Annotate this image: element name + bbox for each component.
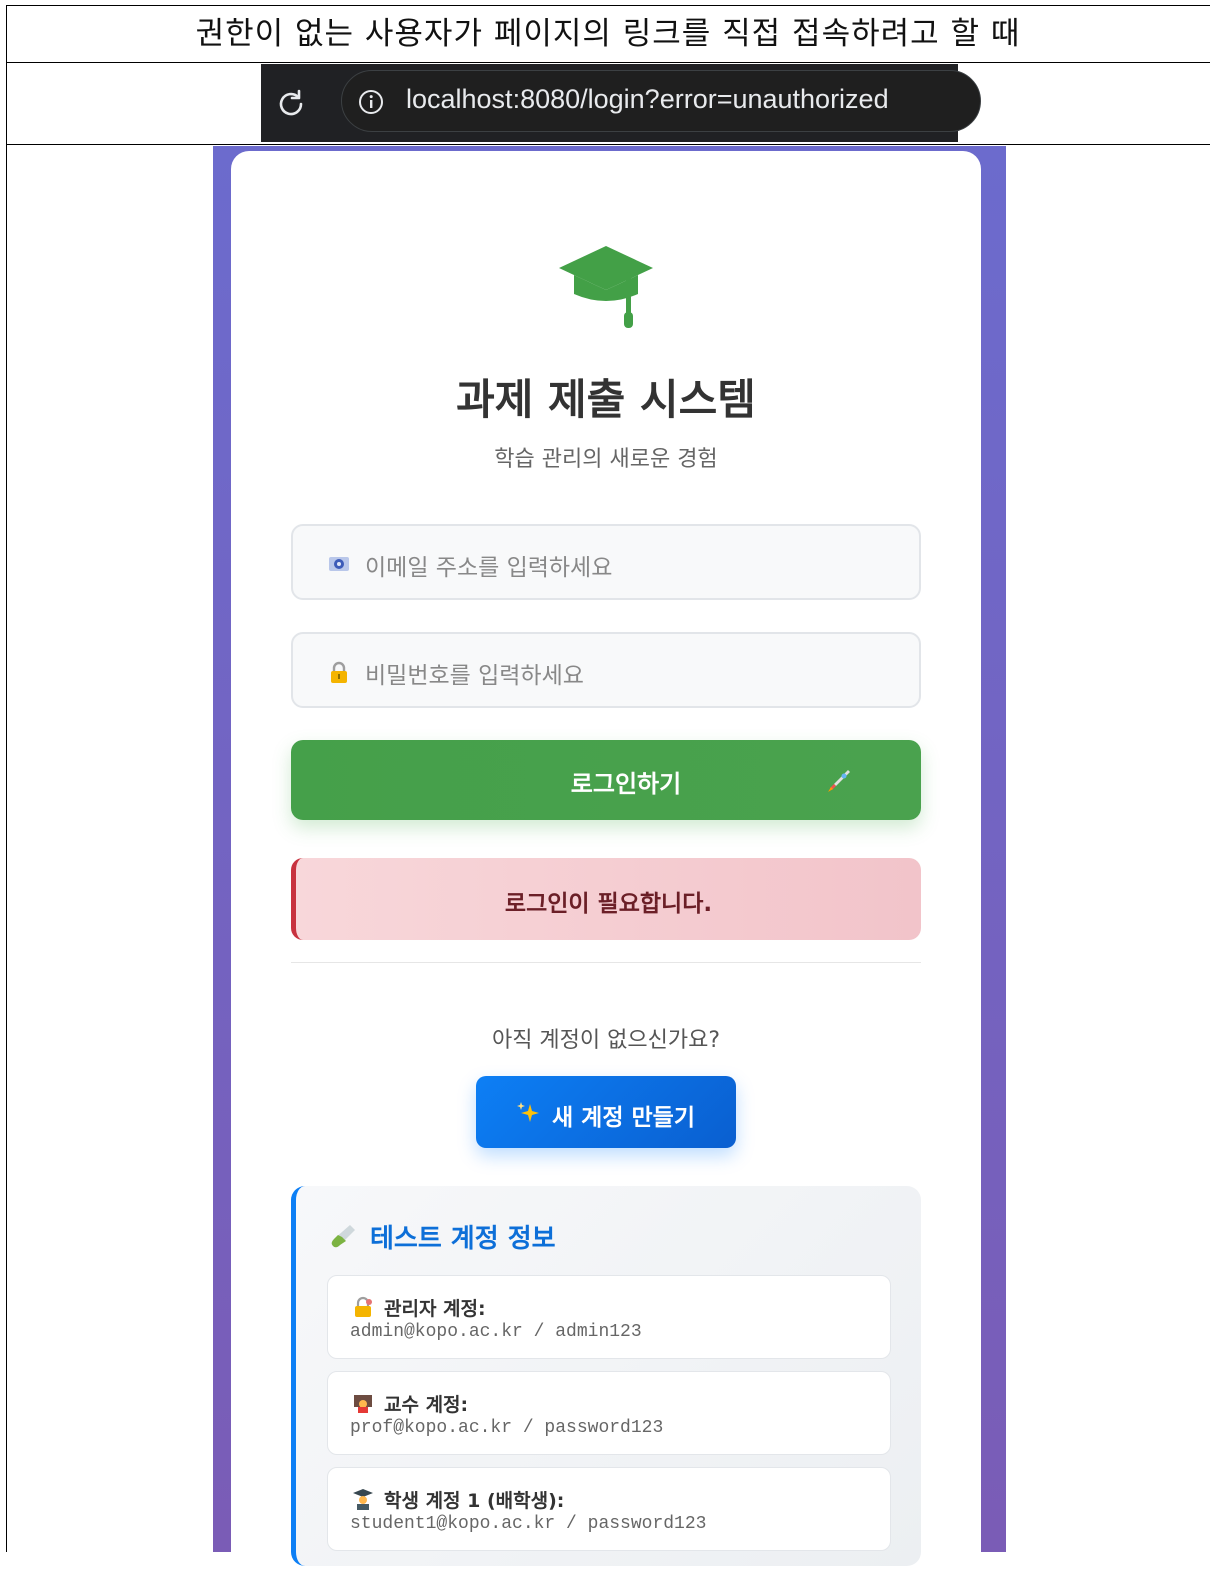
student-icon (353, 1489, 373, 1510)
app-subtitle: 학습 관리의 새로운 경험 (494, 447, 718, 472)
lock-icon (331, 661, 347, 683)
error-message: 로그인이 필요합니다. (504, 891, 713, 917)
signup-button-label: 새 계정 만들기 (552, 1105, 695, 1131)
admin-lock-icon (355, 1296, 372, 1317)
login-button-label: 로그인하기 (570, 770, 682, 798)
account-credentials: prof@kopo.ac.kr / password123 (350, 1418, 664, 1438)
app-title: 과제 제출 시스템 (456, 375, 756, 424)
password-input[interactable]: 비밀번호를 입력하세요 (291, 632, 921, 708)
email-placeholder: 이메일 주소를 입력하세요 (365, 555, 613, 581)
signup-button[interactable]: 새 계정 만들기 (476, 1076, 736, 1148)
url-text[interactable]: localhost:8080/login?error=unauthorized (406, 84, 889, 115)
table-divider (6, 144, 1210, 145)
test-account-admin: 관리자 계정: admin@kopo.ac.kr / admin123 (327, 1275, 891, 1359)
teacher-icon (354, 1395, 372, 1413)
login-button[interactable]: 로그인하기 (291, 740, 921, 820)
error-alert: 로그인이 필요합니다. (291, 858, 921, 940)
account-label: 교수 계정: (384, 1394, 469, 1416)
account-label: 학생 계정 1 (배학생): (384, 1490, 565, 1512)
email-input[interactable]: 이메일 주소를 입력하세요 (291, 524, 921, 600)
account-credentials: admin@kopo.ac.kr / admin123 (350, 1322, 642, 1342)
document-caption: 권한이 없는 사용자가 페이지의 링크를 직접 접속하려고 할 때 (195, 16, 1021, 52)
test-tube-icon (331, 1225, 355, 1248)
reload-icon[interactable] (273, 86, 309, 122)
divider (291, 962, 921, 963)
sparkles-icon (517, 1102, 539, 1122)
graduation-cap-icon (559, 246, 653, 328)
info-icon[interactable] (358, 89, 384, 115)
test-account-professor: 교수 계정: prof@kopo.ac.kr / password123 (327, 1371, 891, 1455)
test-account-student: 학생 계정 1 (배학생): student1@kopo.ac.kr / pas… (327, 1467, 891, 1551)
account-label: 관리자 계정: (384, 1298, 486, 1320)
test-accounts-title: 테스트 계정 정보 (370, 1224, 556, 1254)
account-credentials: student1@kopo.ac.kr / password123 (350, 1514, 707, 1534)
table-divider (6, 62, 1210, 63)
password-placeholder: 비밀번호를 입력하세요 (365, 663, 584, 689)
signup-question: 아직 계정이 없으신가요? (491, 1028, 721, 1053)
email-icon (329, 557, 349, 571)
